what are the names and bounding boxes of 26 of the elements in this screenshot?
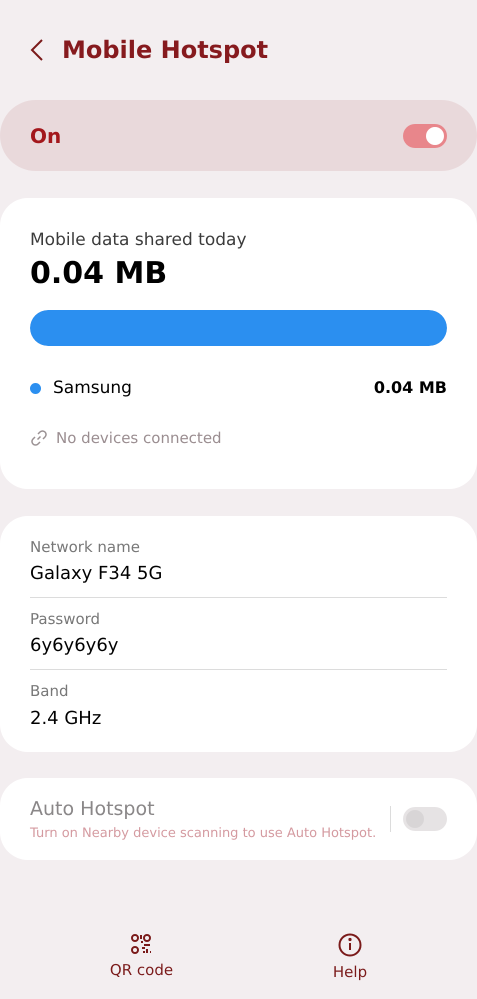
setting-label: Band bbox=[30, 681, 70, 702]
qr-code-icon bbox=[130, 932, 152, 954]
usage-label: Mobile data shared today bbox=[30, 229, 248, 252]
setting-value: 6y6y6y6y bbox=[30, 634, 120, 658]
setting-label: Password bbox=[30, 608, 102, 630]
toggle-switch[interactable] bbox=[403, 124, 447, 148]
connection-status: No devices connected bbox=[56, 428, 222, 449]
page-title: Mobile Hotspot bbox=[62, 35, 268, 66]
device-usage: 0.04 MB bbox=[374, 377, 447, 400]
auto-hotspot-title: Auto Hotspot bbox=[30, 797, 156, 822]
setting-label: Network name bbox=[30, 536, 141, 558]
usage-total: 0.04 MB bbox=[30, 254, 168, 292]
link-icon bbox=[30, 429, 48, 448]
device-name: Samsung bbox=[53, 376, 132, 400]
network-setting-row[interactable]: Band 2.4 GHz bbox=[30, 670, 447, 742]
setting-value: 2.4 GHz bbox=[30, 706, 102, 731]
switch-bar[interactable]: On bbox=[0, 100, 477, 171]
switch-label: On bbox=[30, 122, 62, 150]
back-icon[interactable] bbox=[30, 38, 44, 62]
bottom-bar-button[interactable]: Help bbox=[322, 928, 378, 987]
network-setting-row[interactable]: Network name Galaxy F34 5G bbox=[30, 526, 447, 598]
info-icon bbox=[338, 932, 362, 956]
setting-value: Galaxy F34 5G bbox=[30, 562, 164, 586]
network-setting-row[interactable]: Password 6y6y6y6y bbox=[30, 598, 447, 670]
bottom-bar-button[interactable]: QR code bbox=[100, 928, 184, 987]
auto-hotspot-hint: Turn on Nearby device scanning to use Auto Hotspot. bbox=[30, 824, 376, 842]
